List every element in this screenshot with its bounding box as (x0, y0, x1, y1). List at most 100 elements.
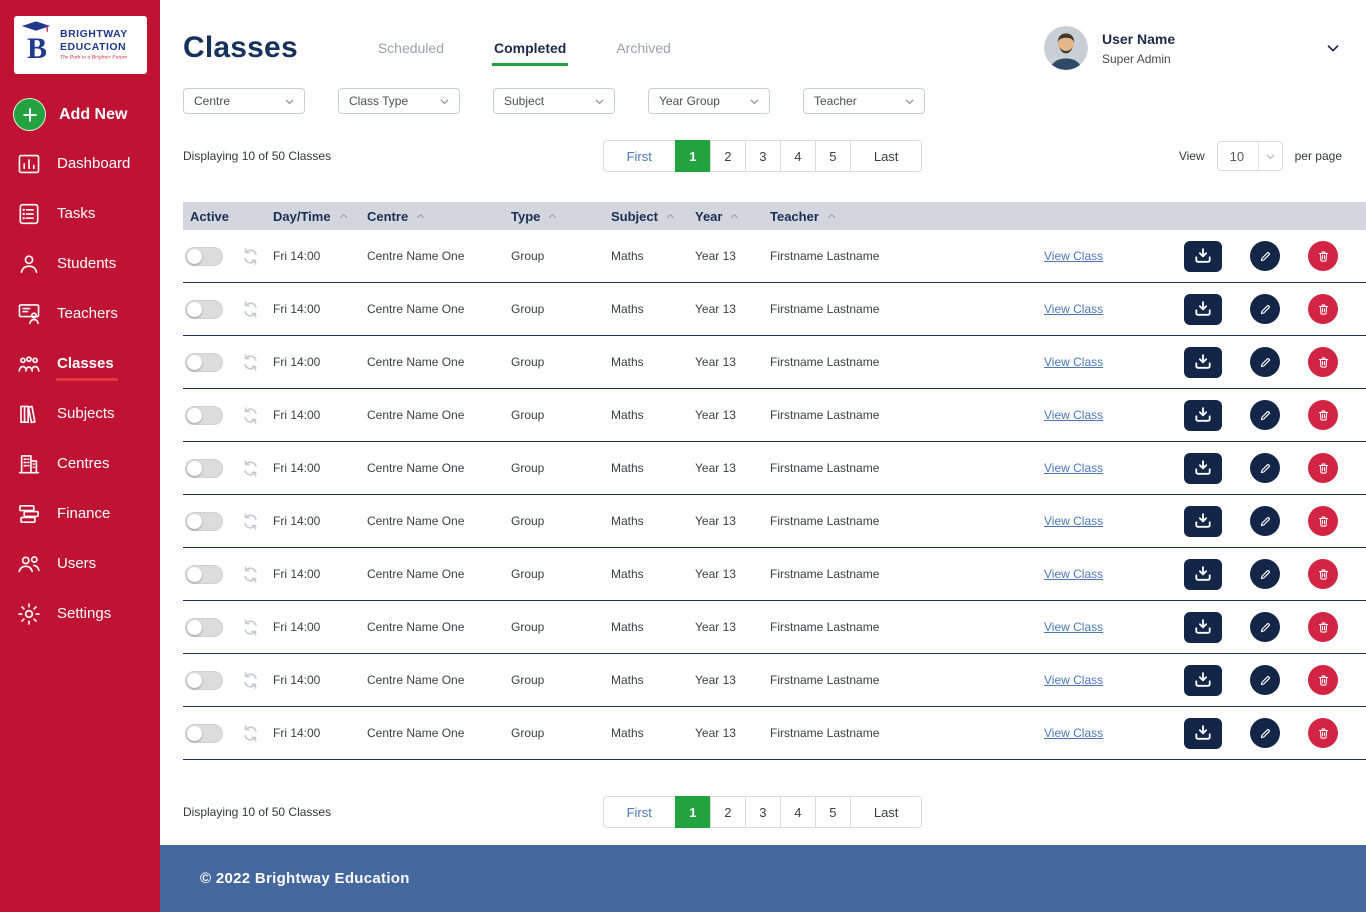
delete-button[interactable] (1308, 506, 1338, 536)
download-button[interactable] (1184, 611, 1222, 643)
tab-scheduled[interactable]: Scheduled (376, 40, 446, 66)
user-menu[interactable]: User Name Super Admin (1044, 26, 1342, 70)
chevron-down-icon (1257, 142, 1282, 170)
active-toggle[interactable] (185, 723, 223, 743)
view-class-link[interactable]: View Class (1044, 249, 1103, 263)
pagination-page-5[interactable]: 5 (814, 140, 851, 172)
active-toggle[interactable] (185, 617, 223, 637)
active-toggle[interactable] (185, 352, 223, 372)
column-header-year[interactable]: Year (695, 209, 770, 224)
edit-button[interactable] (1250, 347, 1280, 377)
day-time-cell: Fri 14:00 (273, 461, 321, 475)
filter-subject[interactable]: Subject (493, 88, 615, 114)
download-button[interactable] (1184, 505, 1222, 537)
active-toggle[interactable] (185, 299, 223, 319)
edit-button[interactable] (1250, 506, 1280, 536)
download-button[interactable] (1184, 293, 1222, 325)
sidebar-item-dashboard[interactable]: Dashboard (0, 139, 160, 189)
filter-teacher[interactable]: Teacher (803, 88, 925, 114)
download-button[interactable] (1184, 717, 1222, 749)
active-toggle[interactable] (185, 246, 223, 266)
view-class-link[interactable]: View Class (1044, 302, 1103, 316)
sidebar-item-classes[interactable]: Classes (0, 339, 160, 389)
pagination-page-1[interactable]: 1 (674, 796, 711, 828)
delete-button[interactable] (1308, 241, 1338, 271)
filter-year-group[interactable]: Year Group (648, 88, 770, 114)
edit-button[interactable] (1250, 294, 1280, 324)
pagination-page-3[interactable]: 3 (744, 796, 781, 828)
filter-class-type[interactable]: Class Type (338, 88, 460, 114)
add-new-button[interactable]: Add New (0, 98, 160, 131)
sidebar-item-students[interactable]: Students (0, 239, 160, 289)
sidebar-item-finance[interactable]: Finance (0, 489, 160, 539)
pagination-first[interactable]: First (602, 796, 676, 828)
edit-button[interactable] (1250, 559, 1280, 589)
delete-button[interactable] (1308, 718, 1338, 748)
active-toggle[interactable] (185, 511, 223, 531)
view-per-page: View 10 per page (1179, 141, 1342, 171)
sidebar-item-centres[interactable]: Centres (0, 439, 160, 489)
download-button[interactable] (1184, 558, 1222, 590)
edit-button[interactable] (1250, 718, 1280, 748)
view-class-link[interactable]: View Class (1044, 408, 1103, 422)
sidebar-item-subjects[interactable]: Subjects (0, 389, 160, 439)
sidebar-item-teachers[interactable]: Teachers (0, 289, 160, 339)
delete-button[interactable] (1308, 347, 1338, 377)
pagination-last[interactable]: Last (849, 140, 923, 172)
active-toggle[interactable] (185, 458, 223, 478)
subject-cell: Maths (611, 567, 644, 581)
edit-button[interactable] (1250, 612, 1280, 642)
view-class-link[interactable]: View Class (1044, 355, 1103, 369)
delete-button[interactable] (1308, 665, 1338, 695)
delete-button[interactable] (1308, 294, 1338, 324)
delete-button[interactable] (1308, 400, 1338, 430)
view-class-link[interactable]: View Class (1044, 567, 1103, 581)
active-toggle[interactable] (185, 670, 223, 690)
edit-button[interactable] (1250, 665, 1280, 695)
tab-completed[interactable]: Completed (492, 40, 569, 66)
download-button[interactable] (1184, 664, 1222, 696)
pagination-last[interactable]: Last (849, 796, 923, 828)
column-header-teacher[interactable]: Teacher (770, 209, 1044, 224)
download-button[interactable] (1184, 452, 1222, 484)
column-header-subject[interactable]: Subject (611, 209, 695, 224)
download-button[interactable] (1184, 240, 1222, 272)
filter-centre[interactable]: Centre (183, 88, 305, 114)
delete-button[interactable] (1308, 453, 1338, 483)
active-toggle[interactable] (185, 564, 223, 584)
sidebar-item-users[interactable]: Users (0, 539, 160, 589)
view-class-link[interactable]: View Class (1044, 620, 1103, 634)
column-header-day-time[interactable]: Day/Time (273, 209, 367, 224)
column-header-centre[interactable]: Centre (367, 209, 511, 224)
pagination-page-3[interactable]: 3 (744, 140, 781, 172)
pagination-page-2[interactable]: 2 (709, 140, 746, 172)
active-toggle[interactable] (185, 405, 223, 425)
pagination-page-4[interactable]: 4 (779, 140, 816, 172)
edit-button[interactable] (1250, 453, 1280, 483)
tab-archived[interactable]: Archived (614, 40, 672, 66)
edit-button[interactable] (1250, 241, 1280, 271)
view-class-link[interactable]: View Class (1044, 514, 1103, 528)
sidebar-item-settings[interactable]: Settings (0, 589, 160, 639)
delete-button[interactable] (1308, 559, 1338, 589)
pagination-page-4[interactable]: 4 (779, 796, 816, 828)
type-cell: Group (511, 249, 545, 263)
sidebar-item-tasks[interactable]: Tasks (0, 189, 160, 239)
column-header-type[interactable]: Type (511, 209, 611, 224)
per-page-select[interactable]: 10 (1216, 141, 1283, 171)
download-button[interactable] (1184, 346, 1222, 378)
view-class-link[interactable]: View Class (1044, 726, 1103, 740)
filter-bar: Centre Class Type Subject Year Group Teacher (160, 70, 1366, 114)
pagination-page-1[interactable]: 1 (674, 140, 711, 172)
download-icon (1195, 619, 1211, 634)
pagination-page-5[interactable]: 5 (814, 796, 851, 828)
delete-button[interactable] (1308, 612, 1338, 642)
view-class-link[interactable]: View Class (1044, 461, 1103, 475)
brand-logo[interactable]: B BRIGHTWAY EDUCATION The Path to a Brig… (14, 16, 147, 74)
edit-button[interactable] (1250, 400, 1280, 430)
view-class-link[interactable]: View Class (1044, 673, 1103, 687)
pagination-page-2[interactable]: 2 (709, 796, 746, 828)
download-button[interactable] (1184, 399, 1222, 431)
pagination-first[interactable]: First (602, 140, 676, 172)
dashboard-icon (16, 151, 42, 177)
